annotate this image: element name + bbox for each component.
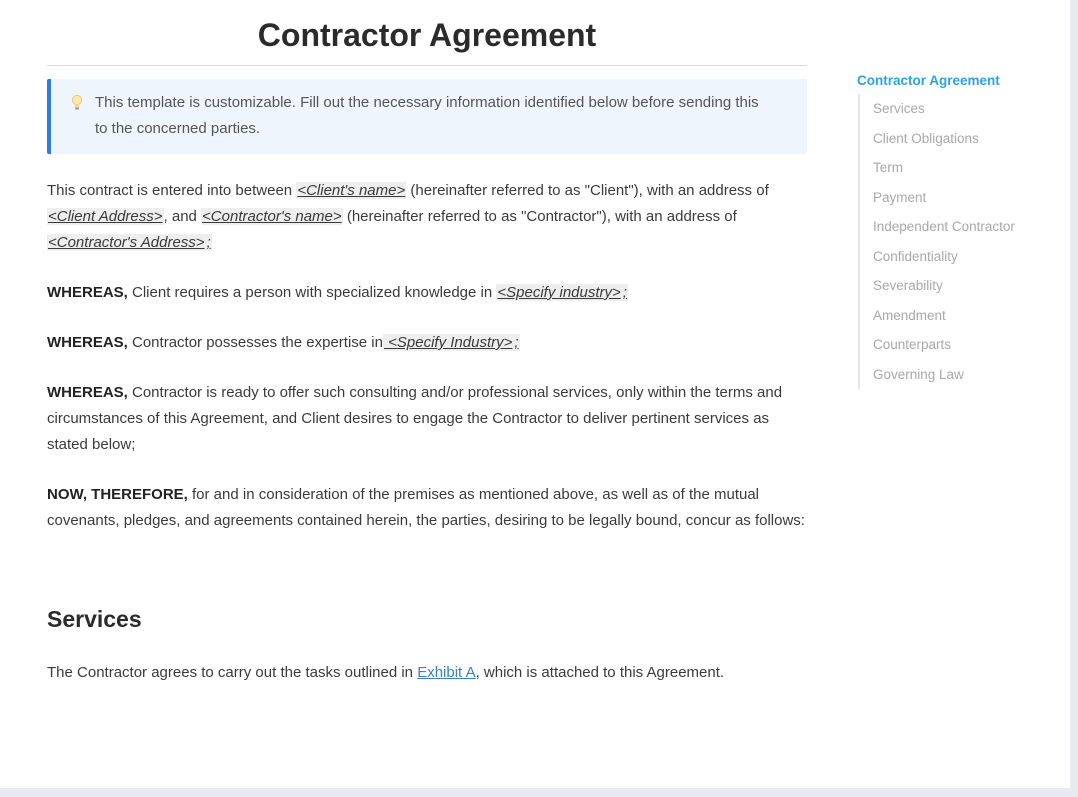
intro-text: ; [205, 234, 212, 251]
client-name-placeholder[interactable]: <Client's name> [296, 182, 407, 199]
whereas-paragraph-1: WHEREAS, Client requires a person with s… [47, 280, 807, 306]
exhibit-a-link[interactable]: Exhibit A [417, 664, 475, 681]
info-callout: This template is customizable. Fill out … [47, 79, 807, 154]
punctuation: ; [621, 284, 628, 301]
intro-text: (hereinafter referred to as "Client"), w… [406, 182, 769, 199]
toc-item-severability[interactable]: Severability [873, 271, 1047, 301]
contractor-address-placeholder[interactable]: <Contractor's Address> [47, 234, 206, 251]
services-text: , which is attached to this Agreement. [475, 664, 725, 681]
table-of-contents: Contractor Agreement Services Client Obl… [857, 72, 1047, 389]
callout-text: This template is customizable. Fill out … [95, 94, 759, 137]
title-divider [47, 65, 807, 66]
intro-text: , and [163, 208, 202, 225]
whereas-paragraph-3: WHEREAS, Contractor is ready to offer su… [47, 380, 807, 458]
industry-placeholder[interactable]: <Specify Industry> [382, 334, 514, 351]
now-therefore-paragraph: NOW, THEREFORE, for and in consideration… [47, 482, 807, 534]
whereas-paragraph-2: WHEREAS, Contractor possesses the expert… [47, 330, 807, 356]
whereas-text: Contractor possesses the expertise in [127, 334, 383, 351]
toc-item-services[interactable]: Services [873, 94, 1047, 124]
now-therefore-label: NOW, THEREFORE, [47, 486, 188, 503]
page-title: Contractor Agreement [257, 17, 597, 53]
lightbulb-icon [71, 94, 83, 110]
document-body: Contractor Agreement This template is cu… [47, 0, 807, 686]
document-page: Contractor Agreement This template is cu… [0, 0, 1070, 788]
toc-item-term[interactable]: Term [873, 153, 1047, 183]
services-paragraph: The Contractor agrees to carry out the t… [47, 660, 807, 686]
whereas-label: WHEREAS, [47, 384, 128, 401]
intro-text: (hereinafter referred to as "Contractor"… [342, 208, 737, 225]
toc-item-confidentiality[interactable]: Confidentiality [873, 242, 1047, 272]
punctuation: ; [513, 334, 520, 351]
toc-item-client-obligations[interactable]: Client Obligations [873, 124, 1047, 154]
toc-item-governing-law[interactable]: Governing Law [873, 360, 1047, 390]
whereas-text: Contractor is ready to offer such consul… [47, 384, 783, 453]
toc-item-contractor-agreement[interactable]: Contractor Agreement [857, 72, 1047, 90]
client-address-placeholder[interactable]: <Client Address> [47, 208, 164, 225]
toc-item-amendment[interactable]: Amendment [873, 301, 1047, 331]
services-text: The Contractor agrees to carry out the t… [47, 664, 418, 681]
intro-paragraph: This contract is entered into between <C… [47, 178, 807, 256]
services-heading: Services [47, 606, 142, 632]
whereas-label: WHEREAS, [47, 284, 128, 301]
toc-list: Services Client Obligations Term Payment… [858, 94, 1047, 389]
whereas-label: WHEREAS, [47, 334, 128, 351]
intro-text: This contract is entered into between [47, 182, 297, 199]
toc-item-independent-contractor[interactable]: Independent Contractor [873, 212, 1047, 242]
contractor-name-placeholder[interactable]: <Contractor's name> [201, 208, 343, 225]
whereas-text: Client requires a person with specialize… [127, 284, 497, 301]
toc-item-counterparts[interactable]: Counterparts [873, 330, 1047, 360]
toc-item-payment[interactable]: Payment [873, 183, 1047, 213]
industry-placeholder[interactable]: <Specify industry> [496, 284, 622, 301]
